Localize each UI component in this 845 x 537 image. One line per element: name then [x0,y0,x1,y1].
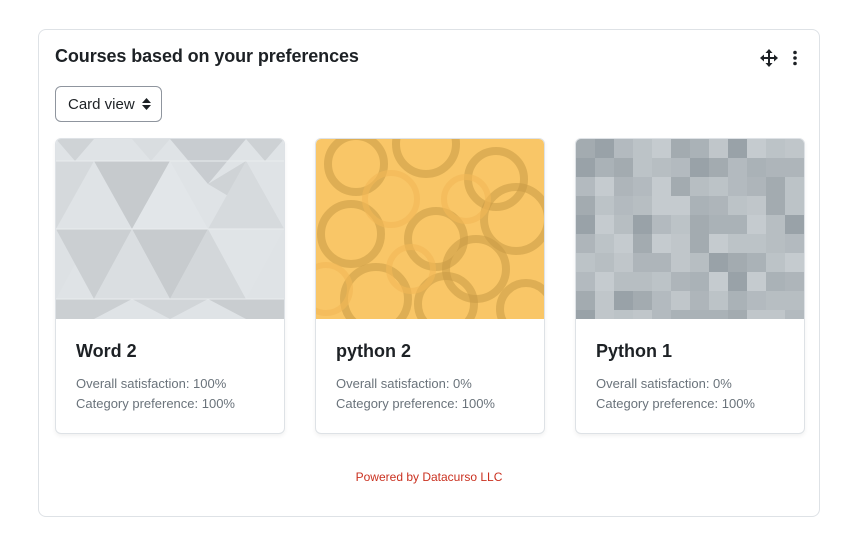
sort-caret-icon [142,98,151,110]
course-card[interactable]: Python 1 Overall satisfaction: 0% Catego… [575,138,805,434]
course-title[interactable]: Word 2 [76,341,137,362]
overall-satisfaction: Overall satisfaction: 100% [76,376,227,391]
overall-satisfaction: Overall satisfaction: 0% [596,376,732,391]
view-mode-select[interactable]: Card view [55,86,162,122]
recommendations-block: Courses based on your preferences Card v… [38,29,820,517]
block-title: Courses based on your preferences [55,46,359,66]
view-mode-selected-value: Card view [68,95,135,113]
course-image-squares [576,139,804,319]
category-preference: Category preference: 100% [76,396,235,411]
powered-by-footer: Powered by Datacurso LLC [355,470,503,484]
course-image-circles [316,139,544,319]
category-preference: Category preference: 100% [336,396,495,411]
course-card[interactable]: python 2 Overall satisfaction: 0% Catego… [315,138,545,434]
kebab-menu-icon[interactable] [786,49,804,67]
move-arrows-icon[interactable] [760,49,778,67]
course-image-triangles [56,139,284,319]
overall-satisfaction: Overall satisfaction: 0% [336,376,472,391]
course-card[interactable]: Word 2 Overall satisfaction: 100% Catego… [55,138,285,434]
course-title[interactable]: Python 1 [596,341,672,362]
course-title[interactable]: python 2 [336,341,411,362]
category-preference: Category preference: 100% [596,396,755,411]
